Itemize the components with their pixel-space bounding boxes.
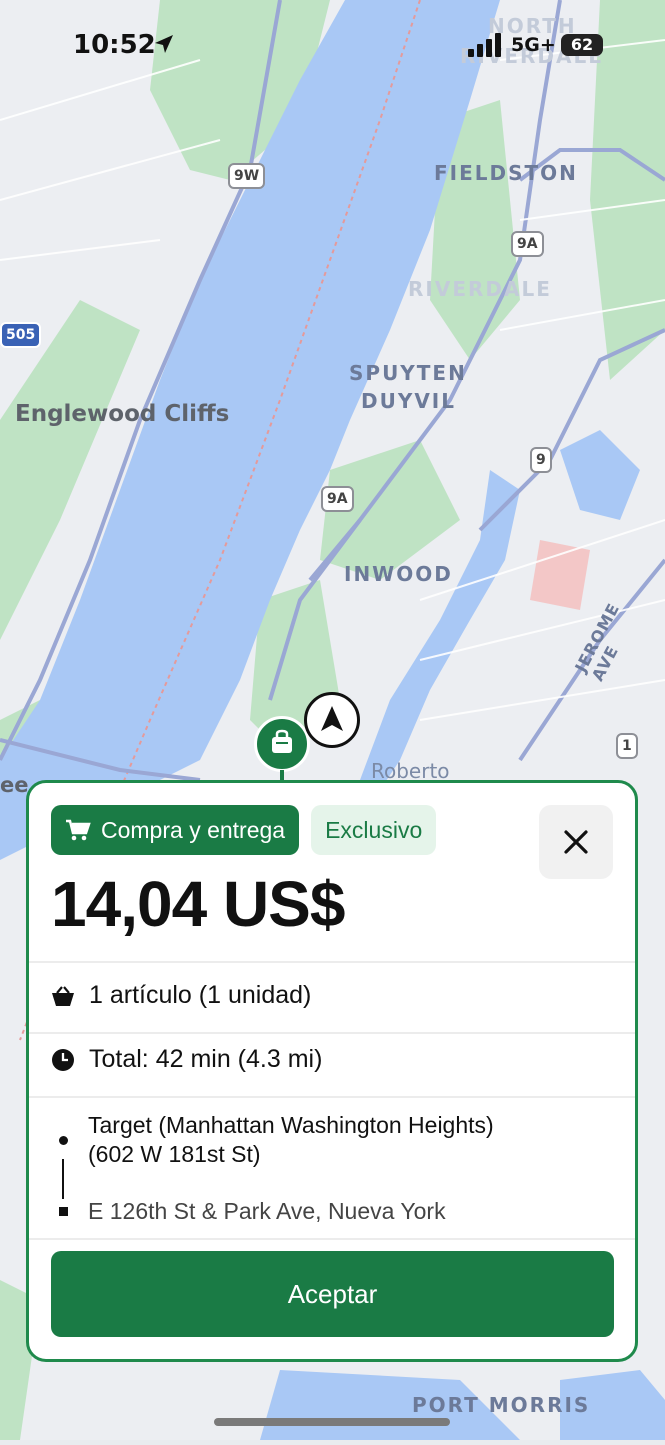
- total-time-row: Total: 42 min (4.3 mi): [51, 1045, 322, 1074]
- map-label-edge: ee: [0, 773, 29, 797]
- badge-row: Compra y entrega Exclusivo: [51, 805, 437, 855]
- cellular-signal-icon: [468, 33, 501, 57]
- items-row: 1 artículo (1 unidad): [51, 981, 311, 1010]
- close-button[interactable]: [539, 805, 613, 879]
- pickup-pin[interactable]: [254, 716, 310, 772]
- items-count: 1 artículo (1 unidad): [89, 981, 312, 1009]
- map-label-englewood-cliffs: Englewood Cliffs: [15, 401, 230, 427]
- route-shield-9a-mid: 9A: [321, 486, 354, 512]
- network-type: 5G+: [511, 34, 556, 56]
- route-line: [62, 1159, 64, 1199]
- map-label-inwood: INWOOD: [344, 562, 453, 586]
- exclusive-label: Exclusivo: [325, 816, 423, 843]
- bag-icon: [272, 729, 292, 753]
- map-label-fieldston: FIELDSTON: [434, 161, 578, 185]
- trip-offer-card: Compra y entrega Exclusivo 14,04 US$ 1 a…: [26, 780, 638, 1362]
- offer-price: 14,04 US$: [51, 868, 345, 940]
- dropoff-location: E 126th St & Park Ave, Nueva York: [88, 1198, 446, 1224]
- map-label-duyvil: DUYVIL: [361, 389, 456, 413]
- status-bar: 10:52 5G+ 62: [0, 0, 665, 92]
- map-label-port-morris: PORT MORRIS: [412, 1393, 591, 1417]
- close-icon: [564, 830, 588, 854]
- home-indicator[interactable]: [214, 1418, 450, 1426]
- shop-deliver-label: Compra y entrega: [101, 816, 286, 843]
- divider: [29, 1238, 635, 1240]
- exclusive-badge: Exclusivo: [311, 805, 437, 855]
- basket-icon: [52, 985, 74, 1006]
- route-shield-1: 1: [616, 733, 638, 759]
- divider: [29, 1032, 635, 1034]
- route-shield-505: 505: [0, 322, 42, 348]
- route-shield-9w: 9W: [228, 163, 266, 189]
- route-shield-9: 9: [530, 447, 552, 473]
- status-time: 10:52: [73, 30, 156, 60]
- dropoff-square-icon: [59, 1207, 68, 1216]
- divider: [29, 1096, 635, 1098]
- shopping-cart-icon: [66, 819, 91, 841]
- pickup-dot-icon: [59, 1136, 68, 1145]
- pickup-address: (602 W 181st St): [88, 1141, 261, 1167]
- divider: [29, 961, 635, 963]
- map-label-spuyten: SPUYTEN: [349, 361, 467, 385]
- pickup-name: Target (Manhattan Washington Heights): [88, 1112, 494, 1138]
- shop-deliver-badge: Compra y entrega: [51, 805, 300, 855]
- current-location-marker: [304, 692, 360, 748]
- location-services-icon: [155, 35, 173, 53]
- clock-icon: [52, 1048, 74, 1071]
- total-time-distance: Total: 42 min (4.3 mi): [89, 1045, 323, 1073]
- route-shield-9a-top: 9A: [511, 231, 544, 257]
- pickup-location: Target (Manhattan Washington Heights) (6…: [88, 1111, 608, 1169]
- battery-indicator: 62: [561, 34, 603, 56]
- accept-button[interactable]: Aceptar: [51, 1251, 614, 1337]
- map-label-riverdale: RIVERDALE: [408, 277, 552, 301]
- navigation-arrow-icon: [321, 706, 343, 731]
